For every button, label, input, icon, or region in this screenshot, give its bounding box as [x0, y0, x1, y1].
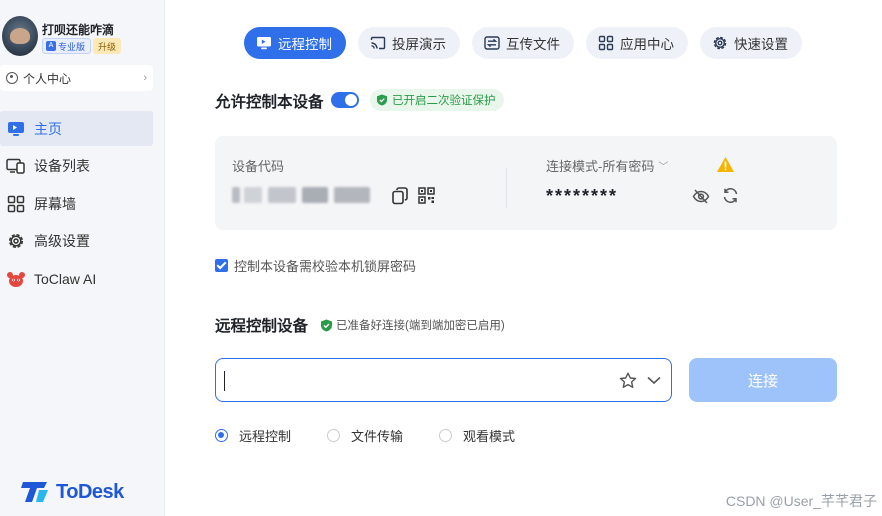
- radio-label: 文件传输: [351, 429, 404, 444]
- sidebar-item-label: 主页: [34, 120, 62, 137]
- gear-icon: [6, 231, 26, 251]
- warning-icon[interactable]: [716, 156, 735, 173]
- partner-code-field[interactable]: [215, 358, 672, 402]
- connect-button[interactable]: 连接: [689, 358, 837, 402]
- star-icon[interactable]: [619, 372, 637, 389]
- crab-icon: [6, 269, 26, 289]
- cast-icon: [370, 35, 386, 51]
- text-caret: [224, 371, 225, 391]
- tab-label: 应用中心: [620, 37, 674, 52]
- radio-view-mode[interactable]: 观看模式: [439, 426, 515, 445]
- todesk-logo: ToDesk: [21, 480, 124, 504]
- grid-icon: [6, 194, 26, 214]
- card-divider: [506, 168, 507, 208]
- device-code-label: 设备代码: [232, 159, 285, 174]
- tab-file-transfer[interactable]: 互传文件: [472, 27, 574, 59]
- allow-control-toggle[interactable]: [331, 92, 359, 108]
- connect-mode-label: 连接模式-所有密码: [546, 159, 655, 174]
- personal-center-link[interactable]: 个人中心 ›: [0, 65, 153, 91]
- sidebar-item-label: 高级设置: [34, 233, 90, 249]
- sidebar: 打呗还能咋滴 A 专业版 升级 个人中心 › 主页 设备列表 屏幕墙 高级设置 …: [0, 0, 165, 516]
- lock-screen-checkbox-label: 控制本设备需校验本机锁屏密码: [234, 259, 417, 274]
- todesk-logo-text: ToDesk: [56, 480, 124, 503]
- radio-dot[interactable]: [215, 429, 228, 442]
- qr-code-icon[interactable]: [418, 187, 435, 204]
- avatar[interactable]: [2, 16, 38, 56]
- radio-label: 观看模式: [463, 429, 516, 444]
- lock-screen-password-checkbox[interactable]: 控制本设备需校验本机锁屏密码: [215, 256, 416, 275]
- tab-label: 互传文件: [506, 37, 560, 52]
- tab-quick-settings[interactable]: 快速设置: [700, 27, 802, 59]
- chevron-right-icon: ›: [143, 72, 147, 84]
- sidebar-item-home[interactable]: 主页: [0, 111, 153, 146]
- device-code-redacted: [232, 185, 370, 205]
- radio-remote-control[interactable]: 远程控制: [215, 426, 291, 445]
- connect-mode-dropdown[interactable]: 连接模式-所有密码 ﹀: [546, 156, 668, 175]
- edition-badge: A 专业版: [42, 38, 92, 54]
- tab-label: 投屏演示: [392, 37, 446, 52]
- eye-off-icon[interactable]: [692, 188, 710, 205]
- gear-icon: [712, 35, 728, 51]
- user-icon: [6, 72, 18, 84]
- tab-remote-control[interactable]: 远程控制: [244, 27, 346, 59]
- chevron-down-icon[interactable]: [646, 373, 662, 387]
- sidebar-item-devices[interactable]: 设备列表: [0, 149, 153, 184]
- copy-icon[interactable]: [392, 187, 408, 205]
- username: 打呗还能咋滴: [42, 23, 115, 37]
- monitor-icon: [256, 35, 272, 51]
- sidebar-item-advanced-settings[interactable]: 高级设置: [0, 224, 153, 259]
- sidebar-nav: 主页 设备列表 屏幕墙 高级设置 ToClaw AI: [0, 111, 165, 299]
- badge-row: A 专业版 升级: [42, 38, 122, 54]
- ready-status-text: 已准备好连接(端到端加密已启用): [336, 320, 505, 332]
- upgrade-button[interactable]: 升级: [93, 38, 122, 54]
- monitor-icon: [6, 119, 26, 139]
- sidebar-item-label: 设备列表: [34, 158, 90, 174]
- allow-control-title: 允许控制本设备: [215, 94, 324, 111]
- sidebar-item-screen-wall[interactable]: 屏幕墙: [0, 186, 153, 221]
- tab-screen-cast[interactable]: 投屏演示: [358, 27, 460, 59]
- verify-status-badge: 已开启二次验证保护: [370, 89, 504, 111]
- remote-control-title: 远程控制设备: [215, 318, 309, 335]
- personal-center-label: 个人中心: [23, 71, 72, 86]
- tab-label: 远程控制: [278, 37, 332, 52]
- top-tabs: 远程控制 投屏演示 互传文件 应用中心 快速设置: [244, 27, 802, 59]
- radio-file-transfer[interactable]: 文件传输: [327, 426, 403, 445]
- temporary-password: ********: [546, 186, 619, 206]
- sidebar-item-label: ToClaw AI: [34, 270, 97, 287]
- verify-status-text: 已开启二次验证保护: [392, 95, 496, 107]
- device-info-card: 设备代码 连接模式-所有密码 ﹀ ********: [215, 136, 837, 230]
- ready-status: 已准备好连接(端到端加密已启用): [320, 317, 505, 333]
- watermark: CSDN @User_芊芊君子: [725, 493, 877, 509]
- radio-dot[interactable]: [439, 429, 453, 442]
- connection-mode-radios: 远程控制 文件传输 观看模式: [215, 426, 551, 445]
- todesk-logo-icon: [21, 480, 51, 504]
- sidebar-item-toclaw-ai[interactable]: ToClaw AI: [0, 261, 153, 296]
- shield-icon: A: [46, 41, 56, 51]
- tab-app-center[interactable]: 应用中心: [586, 27, 688, 59]
- shield-check-icon: [320, 319, 333, 332]
- radio-dot[interactable]: [327, 429, 341, 442]
- tab-label: 快速设置: [734, 37, 788, 52]
- sidebar-item-label: 屏幕墙: [34, 195, 76, 212]
- shield-check-icon: [376, 94, 388, 106]
- devices-icon: [6, 156, 26, 176]
- edition-badge-label: 专业版: [58, 41, 86, 52]
- profile-area[interactable]: 打呗还能咋滴 A 专业版 升级: [2, 16, 162, 60]
- radio-label: 远程控制: [239, 429, 292, 444]
- transfer-icon: [484, 35, 500, 51]
- chevron-down-icon: ﹀: [658, 162, 669, 173]
- apps-icon: [598, 35, 614, 51]
- refresh-icon[interactable]: [722, 187, 739, 204]
- checkbox-checked[interactable]: [215, 259, 228, 272]
- partner-code-input[interactable]: [222, 365, 612, 395]
